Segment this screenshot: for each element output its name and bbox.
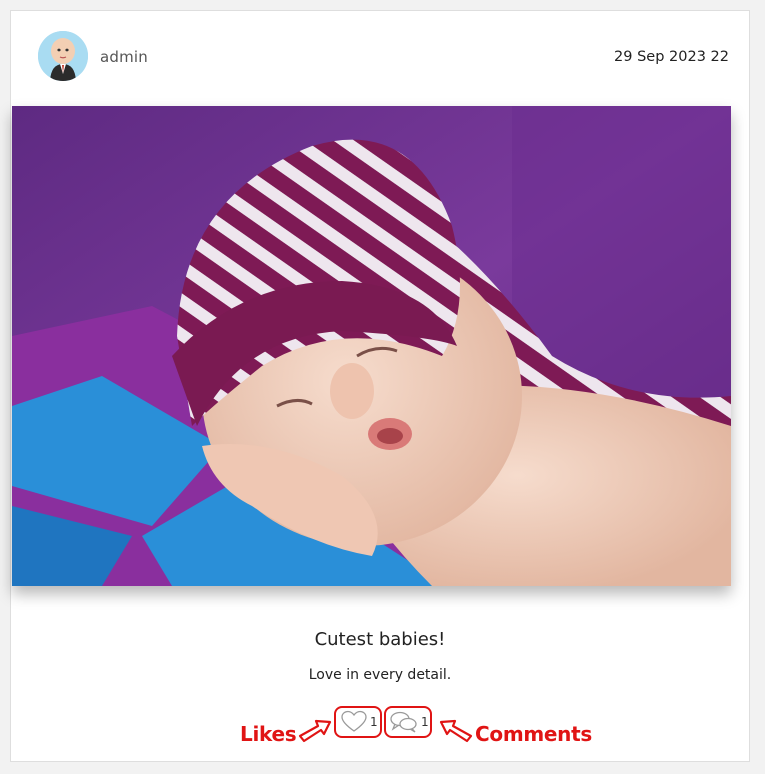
likes-arrow-icon [298,719,332,743]
comment-button[interactable]: 1 [384,706,432,738]
post-card: admin 29 Sep 2023 22 Cutest babies! Love… [10,10,750,762]
sleeping-baby-image [12,106,731,586]
avatar[interactable] [38,31,88,81]
like-button[interactable]: 1 [334,706,382,738]
speech-bubbles-icon [390,711,417,733]
comments-count: 1 [421,715,429,729]
comments-annotation-label: Comments [475,722,592,746]
comments-arrow-icon [439,719,473,743]
author-name[interactable]: admin [100,48,148,66]
heart-icon [341,710,367,732]
post-date: 29 Sep 2023 22 [614,49,729,65]
likes-count: 1 [370,715,378,729]
post-title: Cutest babies! [314,629,446,650]
post-photo[interactable] [12,106,731,586]
likes-annotation-label: Likes [240,722,297,746]
boss-baby-avatar-icon [38,31,88,81]
post-description: Love in every detail. [308,667,452,683]
